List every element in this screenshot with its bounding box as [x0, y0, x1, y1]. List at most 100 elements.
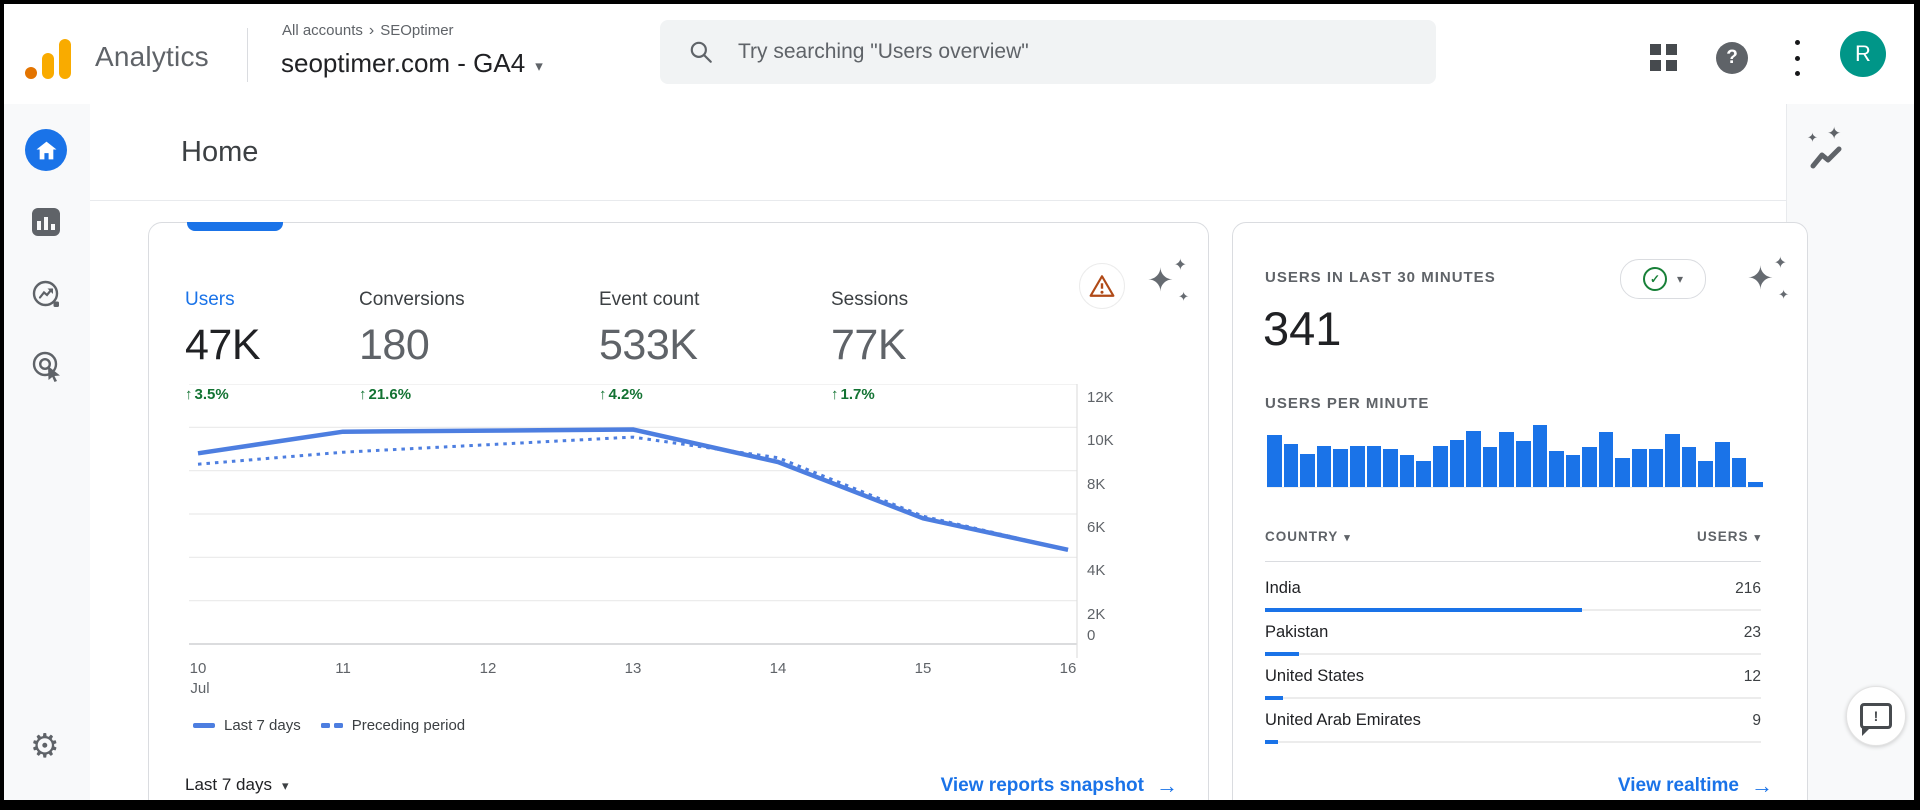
topbar-divider [247, 28, 248, 82]
minute-bar [1284, 444, 1299, 487]
caret-down-icon: ▾ [1344, 532, 1351, 544]
column-country[interactable]: COUNTRY▾ [1265, 529, 1351, 544]
country-table: India216Pakistan23United States12United … [1265, 569, 1761, 745]
y-axis-tick: 0 [1087, 627, 1139, 644]
minute-bar [1599, 432, 1614, 487]
table-row: United Arab Emirates9 [1265, 701, 1761, 745]
country-table-header: COUNTRY▾ USERS▾ [1265, 529, 1761, 544]
search-input[interactable] [736, 39, 1436, 65]
x-axis-tick: 15 [915, 660, 932, 677]
property-selector[interactable]: seoptimer.com - GA4 ▾ [281, 48, 543, 79]
legend-item: Preceding period [321, 717, 465, 734]
logo-bar-short [42, 53, 54, 79]
minute-bar [1682, 447, 1697, 487]
users-line-chart [189, 384, 1089, 669]
y-axis-tick: 2K [1087, 606, 1139, 623]
header-divider [90, 200, 1800, 201]
x-axis-tick: 16 [1060, 660, 1077, 677]
chevron-right-icon: › [369, 22, 374, 39]
minute-bar [1499, 432, 1514, 487]
insights-trend-icon[interactable]: ✦ ✦ [1809, 134, 1853, 174]
minute-bar [1333, 449, 1348, 487]
bar-chart-icon [37, 221, 41, 230]
home-icon [36, 141, 57, 160]
view-realtime-link[interactable]: View realtime → [1618, 773, 1773, 799]
minute-bar [1400, 455, 1415, 487]
x-axis-month-label: Jul [190, 680, 209, 697]
series-dashed [198, 437, 1068, 550]
x-axis-tick: 14 [770, 660, 787, 677]
minute-bar [1300, 454, 1315, 487]
realtime-status-selector[interactable]: ✓ ▾ [1620, 259, 1706, 299]
minute-bar [1665, 434, 1680, 487]
caret-down-icon: ▾ [282, 778, 289, 794]
minute-bar [1632, 449, 1647, 487]
top-app-bar: Analytics All accounts › SEOptimer seoptim… [4, 4, 1914, 104]
advertising-icon [31, 350, 63, 382]
breadcrumb-root[interactable]: All accounts [282, 22, 363, 39]
sidebar-item-advertising[interactable] [31, 350, 63, 387]
chart-legend: Last 7 days Preceding period [193, 717, 465, 734]
sidebar-item-home[interactable] [25, 129, 67, 171]
minute-bar [1367, 446, 1382, 487]
feedback-button[interactable]: ! [1846, 686, 1906, 746]
minute-bar [1533, 425, 1548, 487]
realtime-users-value: 341 [1263, 301, 1341, 356]
legend-item: Last 7 days [193, 717, 301, 734]
table-divider [1265, 561, 1761, 562]
minute-bar [1317, 446, 1332, 487]
explore-icon [31, 279, 62, 310]
minute-bar [1267, 435, 1282, 487]
minute-bar [1715, 442, 1730, 487]
avatar[interactable]: R [1840, 31, 1886, 77]
minute-bar [1416, 461, 1431, 487]
breadcrumb-current[interactable]: SEOptimer [380, 22, 453, 39]
table-row: United States12 [1265, 657, 1761, 701]
arrow-right-icon: → [1156, 773, 1178, 799]
breadcrumb[interactable]: All accounts › SEOptimer [282, 22, 454, 40]
column-users[interactable]: USERS▾ [1697, 529, 1761, 544]
gear-icon[interactable]: ⚙ [30, 729, 60, 762]
help-icon[interactable]: ? [1716, 42, 1748, 74]
insights-sparkle-icon[interactable]: ✦ ✦ ✦ [1747, 259, 1789, 301]
kebab-menu-icon[interactable] [1790, 40, 1804, 76]
view-reports-snapshot-link[interactable]: View reports snapshot → [941, 773, 1178, 799]
google-apps-grid-icon[interactable] [1650, 44, 1677, 71]
y-axis-tick: 6K [1087, 519, 1139, 536]
arrow-right-icon: → [1751, 773, 1773, 799]
app-window: Analytics All accounts › SEOptimer seoptim… [4, 4, 1914, 800]
legend-swatch-dashed [321, 723, 343, 728]
search-icon [688, 39, 714, 65]
legend-swatch-solid [193, 723, 215, 728]
insights-sparkle-icon[interactable]: ✦ ✦ ✦ [1147, 261, 1189, 303]
minute-bar [1383, 449, 1398, 487]
y-axis-tick: 10K [1087, 432, 1139, 449]
minute-bar [1566, 455, 1581, 487]
sidebar-item-explore[interactable] [31, 279, 62, 315]
x-axis-tick: 12 [480, 660, 497, 677]
caret-down-icon: ▾ [535, 57, 543, 75]
series-solid [198, 430, 1068, 550]
card-pager-indicator [187, 222, 283, 231]
check-circle-icon: ✓ [1643, 267, 1667, 291]
minute-bar [1649, 449, 1664, 487]
home-overview-card: Users47K↑3.5%Conversions180↑21.6%Event c… [148, 222, 1209, 800]
minute-bar [1615, 458, 1630, 487]
sidebar-item-reports[interactable] [32, 208, 60, 236]
x-axis-tick: 10 [190, 660, 207, 677]
analytics-logo-icon[interactable] [24, 34, 74, 80]
minute-bar [1450, 440, 1465, 487]
main-content: Home Users47K↑3.5%Conversions180↑21.6%Ev… [90, 104, 1800, 800]
caret-down-icon: ▾ [1677, 272, 1683, 286]
minute-bar [1466, 431, 1481, 487]
x-axis-tick: 11 [335, 660, 351, 677]
y-axis-tick: 8K [1087, 476, 1139, 493]
date-range-selector[interactable]: Last 7 days ▾ [185, 775, 288, 795]
search-bar[interactable] [660, 20, 1436, 84]
table-row: India216 [1265, 569, 1761, 613]
minute-bar [1748, 482, 1763, 487]
brand-title: Analytics [95, 41, 209, 73]
data-warning-icon[interactable] [1079, 263, 1125, 309]
y-axis-tick: 4K [1087, 562, 1139, 579]
users-per-minute-label: USERS PER MINUTE [1265, 395, 1429, 412]
